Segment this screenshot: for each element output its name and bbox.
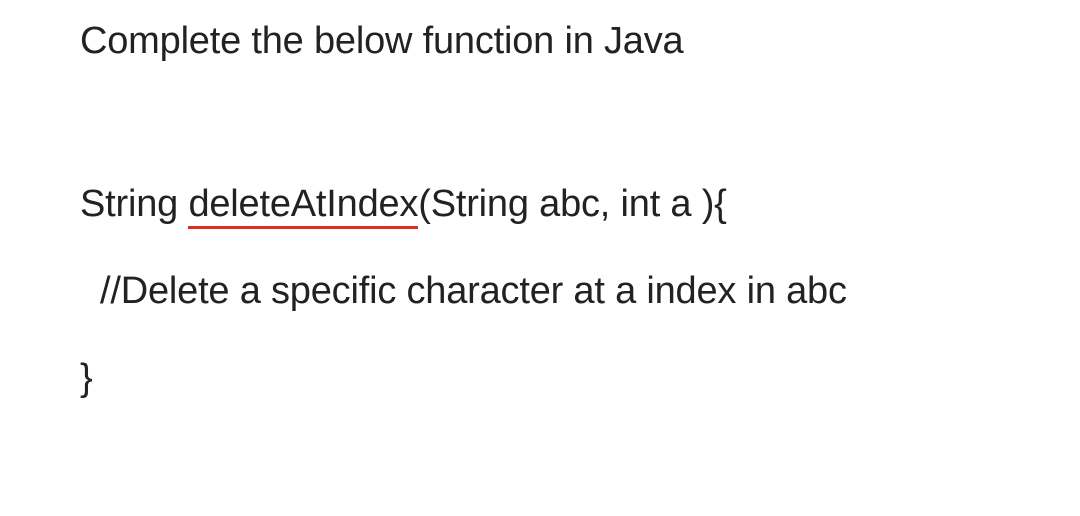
code-closing-brace: } [80, 357, 1000, 400]
code-comment-line: //Delete a specific character at a index… [80, 270, 1000, 313]
function-name-underlined: deleteAtIndex [188, 183, 418, 229]
signature-prefix: String [80, 183, 188, 225]
prompt-text: Complete the below function in Java [80, 20, 1000, 63]
signature-suffix: (String abc, int a ){ [418, 183, 726, 225]
document-content: Complete the below function in Java Stri… [80, 20, 1000, 400]
code-signature-line: String deleteAtIndex(String abc, int a )… [80, 183, 1000, 226]
